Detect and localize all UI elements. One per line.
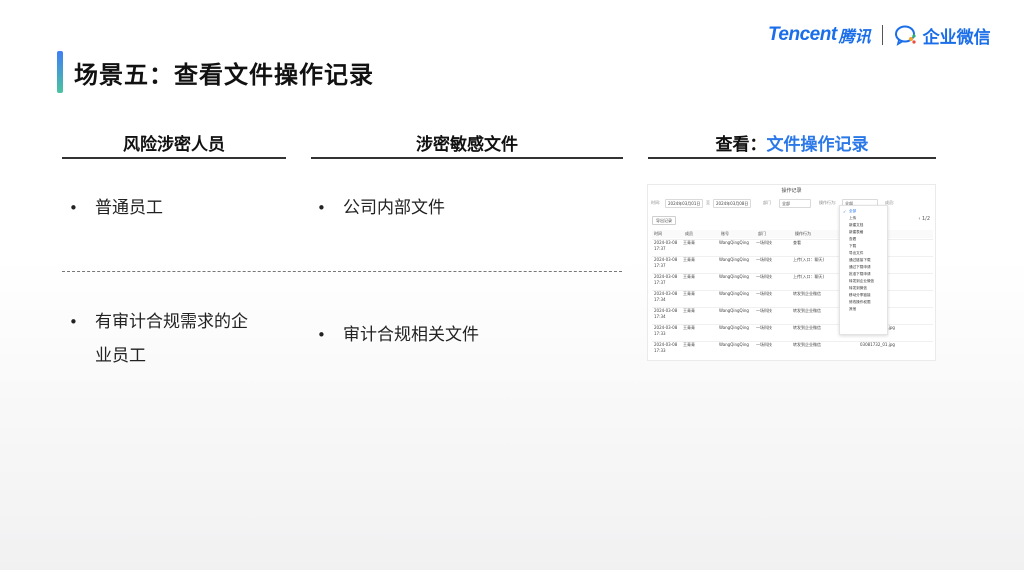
logo-separator [881,25,883,45]
table-header: 时间 成员 账号 部门 操作行为 [652,230,933,238]
screenshot-title: 操作记录 [781,188,802,194]
dept-select[interactable]: 全部 [779,199,811,208]
bullet-dot: • [317,326,326,344]
table-cell-action: 上传(入口：聊天) [793,274,825,279]
table-cell-file: 03081732_01.jpg [860,342,895,347]
dropdown-item[interactable]: 转发到企业微信 [849,279,874,284]
bullet-files-1: • 公司内部文件 [317,191,445,225]
bullet-personnel-2: • 有审计合规需求的企 业员工 [69,305,248,373]
dropdown-item[interactable]: 通过下载申请 [849,265,871,270]
table-cell-member: 王青青 [683,274,695,279]
tencent-logo-text: Tencent [768,24,837,45]
table-cell-action: 转发到企业微信 [793,308,821,313]
table-cell-account: WangQingQing [719,240,749,245]
wecom-logo-text: 企业微信 [922,27,991,48]
table-cell-action: 上传(入口：聊天) [793,257,825,262]
table-cell-dept: 一场科技 [756,274,772,279]
slide-title: 场景五：查看文件操作记录 [74,61,374,89]
table-cell-account: WangQingQing [719,342,749,347]
table-cell-dept: 一场科技 [756,325,772,330]
table-cell-member: 王青青 [683,257,695,262]
table-cell-time2: 17:37 [654,246,666,251]
table-cell-dept: 一场科技 [756,308,772,313]
page-indicator: 1/2 [921,216,930,222]
table-cell-member: 王青青 [683,240,695,245]
col-header: 成员 [685,231,693,236]
heading-prefix: 查看： [715,135,767,155]
dropdown-item[interactable]: 转发到微信 [849,286,867,291]
col-header: 操作行为 [795,231,811,236]
table-cell-time2: 17:37 [654,263,666,268]
table-cell-action: 转发到企业微信 [793,325,821,330]
dropdown-item[interactable]: 其他 [849,307,856,312]
dropdown-item[interactable]: 批准下载申请 [849,272,871,277]
dropdown-item[interactable]: 导出文件 [849,251,863,256]
table-cell-time2: 17:37 [654,280,666,285]
table-cell-dept: 一场科技 [756,240,772,245]
date-from-input[interactable]: 2024年03月01日 [665,199,703,208]
action-dropdown-menu: ✓ 全部上传新建文档新建表格查看下载导出文件通过链接下载 通过下载申请 批准下载申请… [839,205,888,335]
table-cell-time2: 17:33 [654,348,666,353]
dept-filter-label: 部门 [763,200,771,205]
table-cell-action: 查看 [793,240,801,245]
col-header: 账号 [721,231,729,236]
table-cell-account: WangQingQing [719,325,749,330]
table-cell-account: WangQingQing [719,291,749,296]
table-cell-member: 王青青 [683,342,695,347]
column-underline [648,157,936,159]
dropdown-item[interactable]: 上传 [849,216,856,221]
dropdown-item[interactable]: 新建表格 [849,230,863,235]
column-heading-operation-log: 查看：文件操作记录 [648,130,936,155]
pagination[interactable]: ‹ 1/2 [918,216,930,222]
table-cell-action: 转发到企业微信 [793,342,821,347]
action-filter-label: 操作行为: [819,200,837,205]
table-cell-dept: 一场科技 [756,291,772,296]
dropdown-item[interactable]: 通过链接下载 [849,258,871,263]
dropdown-item[interactable]: 全部 [849,209,856,214]
time-filter-label: 时间: [651,200,661,205]
table-cell-account: WangQingQing [719,308,749,313]
dropdown-item[interactable]: 新建文档 [849,223,863,228]
bullet-files-2: • 审计合规相关文件 [317,318,479,352]
column-heading-files: 涉密敏感文件 [416,135,518,155]
date-to-label: 至 [706,200,710,205]
col-header: 时间 [654,231,662,236]
table-cell-time2: 17:34 [654,314,666,319]
dropdown-item[interactable]: 移动分享链接 [849,293,871,298]
bullet-dot: • [69,313,78,331]
column-underline [311,157,623,159]
bullet-dot: • [69,199,78,217]
table-cell-member: 王青青 [683,308,695,313]
dropdown-item[interactable]: 查看 [849,237,856,242]
table-cell-member: 王青青 [683,291,695,296]
column-underline [62,157,286,159]
dashed-divider [62,271,622,272]
bullet-personnel-1: • 普通员工 [69,191,163,225]
operation-log-screenshot: 操作记录 时间: 2024年03月01日 至 2024年03月08日 部门 全部… [647,184,936,361]
table-cell-account: WangQingQing [719,257,749,262]
bullet-dot: • [317,199,326,217]
table-cell-action: 转发到企业微信 [793,291,821,296]
title-accent-bar [57,51,63,93]
table-cell-account: WangQingQing [719,274,749,279]
date-to-input[interactable]: 2024年03月08日 [713,199,751,208]
column-heading-personnel: 风险涉密人员 [123,135,225,155]
filter-bar: 时间: 2024年03月01日 至 2024年03月08日 部门 全部 操作行为… [651,199,934,208]
table-cell-dept: 一场科技 [756,257,772,262]
col-header: 部门 [758,231,766,236]
tencent-logo-cn: 腾讯 [838,27,871,46]
table-cell-dept: 一场科技 [756,342,772,347]
dropdown-item[interactable]: 修改操作权限 [849,300,871,305]
logo: Tencent 腾讯 企业微信 [768,22,991,48]
table-cell-time2: 17:34 [654,297,666,302]
prev-page-icon[interactable]: ‹ [918,216,920,222]
wecom-logo-icon [894,25,916,46]
export-button[interactable]: 导出记录 [652,216,676,225]
table-cell-member: 王青青 [683,325,695,330]
table-cell-time2: 17:33 [654,331,666,336]
check-icon: ✓ [843,209,847,214]
dropdown-item[interactable]: 下载 [849,244,856,249]
heading-highlight: 文件操作记录 [766,135,869,155]
